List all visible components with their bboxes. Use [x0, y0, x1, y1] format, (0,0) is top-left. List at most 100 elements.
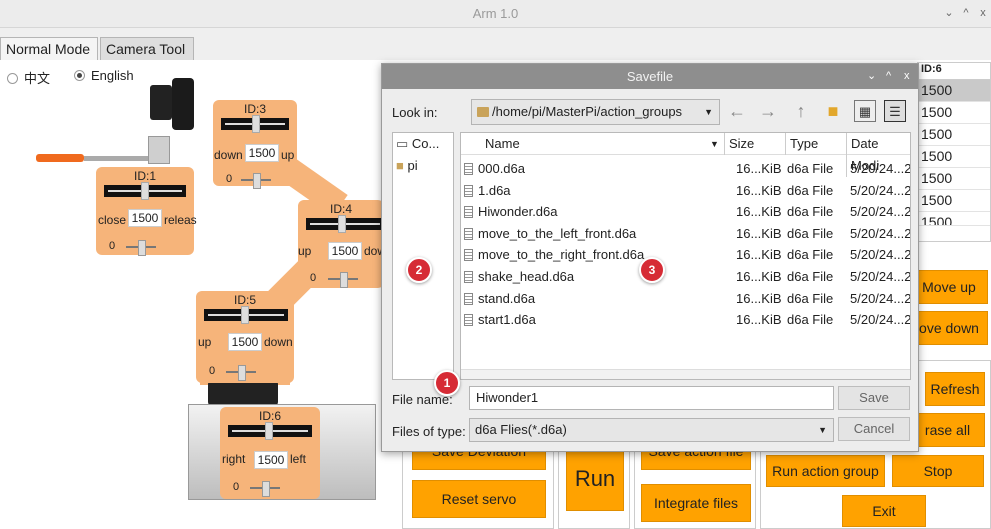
- file-type-cell: d6a File: [787, 247, 834, 263]
- table-cell[interactable]: 1500: [918, 168, 990, 190]
- minimize-icon[interactable]: ⌄: [941, 5, 957, 21]
- table-cell[interactable]: 1500: [918, 190, 990, 212]
- file-type-cell: d6a File: [787, 161, 834, 176]
- parent-folder-arrow-icon[interactable]: ↑: [790, 100, 812, 122]
- back-arrow-icon[interactable]: ←: [726, 100, 748, 122]
- file-size-cell: 16...KiB: [736, 182, 782, 198]
- sort-chevron-icon: ▼: [710, 139, 719, 149]
- look-in-combo[interactable]: /home/pi/MasterPi/action_groups ▼: [471, 99, 720, 125]
- tab-camera-tool[interactable]: Camera Tool: [100, 37, 194, 61]
- deviation-slider[interactable]: [250, 481, 280, 497]
- mode-tabbar: Normal Mode Camera Tool: [0, 37, 991, 61]
- file-size-cell: 16...KiB: [736, 312, 782, 328]
- new-folder-icon[interactable]: ■: [822, 100, 844, 122]
- servo-panel-id3: ID:3 down 1500 up 0: [213, 100, 297, 189]
- gripper-finger-orange: [36, 154, 84, 162]
- file-size-cell: 16...KiB: [736, 204, 782, 220]
- run-action-group-button[interactable]: Run action group: [766, 455, 885, 487]
- slider-handle[interactable]: [241, 306, 249, 324]
- erase-all-button[interactable]: rase all: [910, 413, 985, 447]
- marker-badge-1: 1: [434, 370, 460, 396]
- dialog-minimize-icon[interactable]: ⌄: [867, 64, 876, 89]
- file-icon: [464, 206, 473, 219]
- slider-handle[interactable]: [252, 115, 260, 133]
- exit-button[interactable]: Exit: [842, 495, 926, 527]
- refresh-button[interactable]: Refresh: [925, 372, 985, 406]
- deviation-slider[interactable]: [241, 173, 271, 189]
- file-icon: [464, 249, 473, 262]
- file-icon: [464, 163, 473, 175]
- table-cell[interactable]: 1500: [918, 212, 990, 226]
- deviation-slider[interactable]: [126, 240, 156, 256]
- wrist-bracket: [148, 136, 170, 164]
- radio-icon: [7, 73, 18, 84]
- tab-normal-mode[interactable]: Normal Mode: [0, 37, 98, 61]
- deviation-value: 0: [310, 272, 317, 284]
- servo-id-label: ID:4: [329, 202, 352, 216]
- file-row[interactable]: start1.d6a 16...KiB d6a File 5/20/24...2: [461, 309, 910, 331]
- slider-handle[interactable]: [265, 422, 273, 440]
- forward-arrow-icon[interactable]: →: [757, 100, 779, 122]
- file-rows: 000.d6a 16...KiB d6a File 5/20/24...2 1.d6a 1…: [461, 155, 910, 331]
- file-row[interactable]: move_to_the_left_front.d6a 16...KiB d6a Fi…: [461, 223, 910, 245]
- sidebar-item-pi[interactable]: ■ pi: [393, 155, 453, 177]
- horizontal-scrollbar[interactable]: [461, 369, 910, 379]
- list-view-icon[interactable]: ▦: [854, 100, 876, 122]
- dialog-maximize-icon[interactable]: ^: [886, 64, 891, 89]
- language-radio-chinese[interactable]: 中文: [7, 68, 50, 87]
- file-type-cell: d6a File: [787, 182, 834, 198]
- deviation-slider[interactable]: [226, 365, 256, 381]
- servo-value-field[interactable]: 1500: [128, 209, 162, 227]
- language-radio-english[interactable]: English: [74, 68, 134, 83]
- servo-value-field[interactable]: 1500: [245, 144, 279, 162]
- action-table[interactable]: ID:6 1500 1500 1500 1500 1500 1500 1500: [917, 62, 991, 242]
- deviation-value: 0: [226, 173, 233, 185]
- file-name-cell: 1.d6a: [464, 180, 511, 201]
- servo-value-field[interactable]: 1500: [228, 333, 262, 351]
- file-date-cell: 5/20/24...2: [850, 161, 911, 176]
- slider-handle[interactable]: [338, 215, 346, 233]
- file-date-cell: 5/20/24...2: [850, 182, 911, 198]
- column-size[interactable]: Size: [724, 133, 754, 155]
- dialog-titlebar: Savefile ⌄ ^ x: [382, 64, 918, 89]
- table-cell[interactable]: 1500: [918, 80, 990, 102]
- file-row[interactable]: 1.d6a 16...KiB d6a File 5/20/24...2: [461, 180, 910, 202]
- servo-value-field[interactable]: 1500: [328, 242, 362, 260]
- file-name-cell: 000.d6a: [464, 158, 525, 179]
- sidebar-item-computer[interactable]: ▭ Co...: [393, 133, 453, 155]
- table-cell[interactable]: 1500: [918, 146, 990, 168]
- reset-servo-button[interactable]: Reset servo: [412, 480, 546, 518]
- servo-id-label: ID:1: [133, 169, 156, 183]
- file-name-cell: shake_head.d6a: [464, 266, 574, 287]
- stop-button[interactable]: Stop: [892, 455, 984, 487]
- file-row[interactable]: shake_head.d6a 16...KiB d6a File 5/20/24...…: [461, 266, 910, 288]
- column-name[interactable]: Name: [481, 133, 520, 155]
- file-row[interactable]: Hiwonder.d6a 16...KiB d6a File 5/20/24...2: [461, 201, 910, 223]
- maximize-icon[interactable]: ^: [958, 5, 974, 21]
- table-cell[interactable]: 1500: [918, 102, 990, 124]
- dialog-close-icon[interactable]: x: [904, 64, 910, 89]
- file-type-cell: d6a File: [787, 312, 834, 328]
- deviation-slider[interactable]: [328, 272, 358, 288]
- file-row[interactable]: stand.d6a 16...KiB d6a File 5/20/24...2: [461, 288, 910, 310]
- cancel-button[interactable]: Cancel: [838, 417, 910, 441]
- file-type-combo[interactable]: d6a Flies(*.d6a) ▼: [469, 418, 834, 442]
- servo-left-label: up: [198, 335, 212, 349]
- table-cell[interactable]: 1500: [918, 124, 990, 146]
- move-up-button[interactable]: Move up: [910, 270, 988, 304]
- close-icon[interactable]: x: [975, 5, 991, 21]
- run-button[interactable]: Run: [566, 447, 624, 511]
- slider-handle[interactable]: [141, 182, 149, 200]
- file-row[interactable]: move_to_the_right_front.d6a 16...KiB d6a F…: [461, 244, 910, 266]
- integrate-files-button[interactable]: Integrate files: [641, 484, 751, 522]
- servo-left-label: down: [214, 148, 243, 162]
- move-down-button[interactable]: ove down: [910, 311, 988, 345]
- deviation-value: 0: [233, 481, 240, 493]
- file-name-input[interactable]: Hiwonder1: [469, 386, 834, 410]
- look-in-path: /home/pi/MasterPi/action_groups: [492, 104, 683, 119]
- detail-view-icon[interactable]: ☰: [884, 100, 906, 122]
- file-row[interactable]: 000.d6a 16...KiB d6a File 5/20/24...2: [461, 158, 910, 180]
- servo-value-field[interactable]: 1500: [254, 451, 288, 469]
- column-type[interactable]: Type: [785, 133, 818, 155]
- save-button[interactable]: Save: [838, 386, 910, 410]
